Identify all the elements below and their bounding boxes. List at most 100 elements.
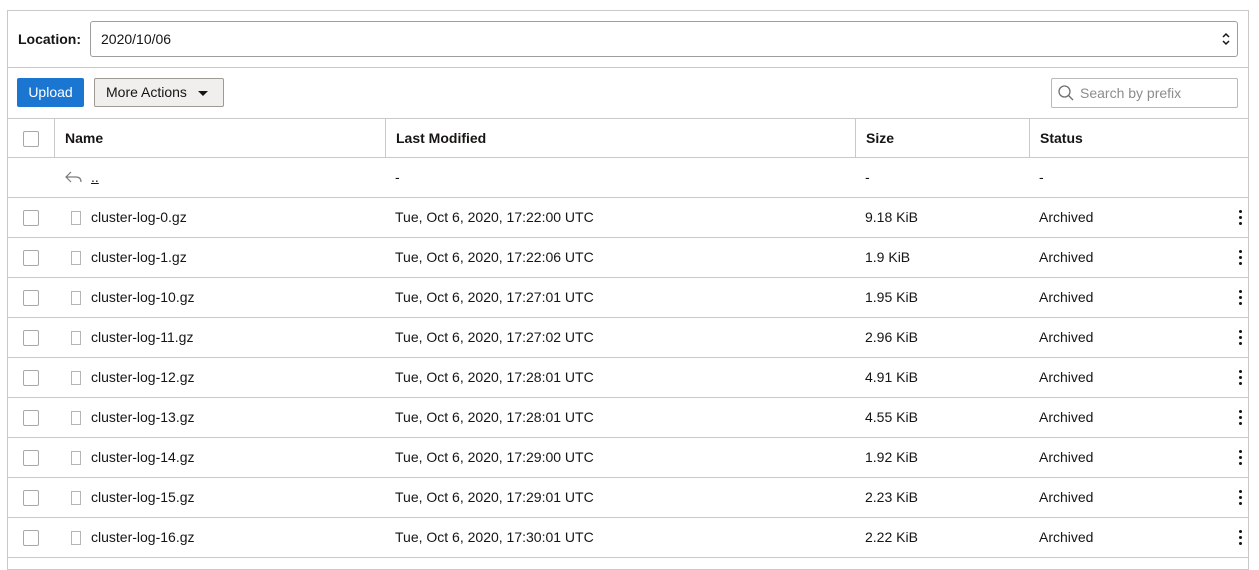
location-row: Location: 2020/10/06 [8, 11, 1248, 68]
status: Archived [1039, 489, 1094, 505]
upload-button[interactable]: Upload [17, 78, 84, 107]
kebab-menu-icon[interactable] [1239, 250, 1243, 266]
file-size: 9.18 KiB [865, 209, 918, 225]
parent-directory-row: .. - - - [8, 158, 1248, 198]
row-checkbox[interactable] [23, 210, 39, 226]
file-name[interactable]: cluster-log-14.gz [91, 438, 195, 477]
file-icon [71, 291, 81, 305]
file-name[interactable]: cluster-log-11.gz [91, 318, 193, 357]
file-name[interactable]: cluster-log-15.gz [91, 478, 195, 517]
file-icon [71, 411, 81, 425]
row-checkbox[interactable] [23, 450, 39, 466]
status: Archived [1039, 409, 1094, 425]
file-icon [71, 451, 81, 465]
objects-table: Name Last Modified Size Status .. - - - … [8, 118, 1248, 558]
row-checkbox[interactable] [23, 490, 39, 506]
parent-last-modified: - [395, 169, 400, 185]
column-header-status[interactable]: Status [1029, 119, 1248, 158]
last-modified: Tue, Oct 6, 2020, 17:27:01 UTC [395, 289, 594, 305]
search-icon [1058, 85, 1074, 101]
parent-status: - [1039, 169, 1044, 185]
table-row[interactable]: cluster-log-1.gz Tue, Oct 6, 2020, 17:22:… [8, 238, 1248, 278]
status: Archived [1039, 329, 1094, 345]
kebab-menu-icon[interactable] [1239, 330, 1243, 346]
last-modified: Tue, Oct 6, 2020, 17:29:01 UTC [395, 489, 594, 505]
status: Archived [1039, 449, 1094, 465]
toolbar: Upload More Actions [8, 68, 1248, 118]
caret-down-icon [198, 91, 208, 96]
search-input[interactable] [1080, 79, 1230, 107]
status: Archived [1039, 369, 1094, 385]
table-row[interactable]: cluster-log-13.gz Tue, Oct 6, 2020, 17:28… [8, 398, 1248, 438]
table-row[interactable]: cluster-log-0.gz Tue, Oct 6, 2020, 17:22:… [8, 198, 1248, 238]
last-modified: Tue, Oct 6, 2020, 17:22:06 UTC [395, 249, 594, 265]
file-name[interactable]: cluster-log-10.gz [91, 278, 195, 317]
back-arrow-icon [65, 171, 82, 183]
kebab-menu-icon[interactable] [1239, 290, 1243, 306]
file-name[interactable]: cluster-log-1.gz [91, 238, 187, 277]
select-arrows-icon [1222, 32, 1230, 46]
file-name[interactable]: cluster-log-16.gz [91, 518, 195, 557]
status: Archived [1039, 249, 1094, 265]
kebab-menu-icon[interactable] [1239, 450, 1243, 466]
file-icon [71, 531, 81, 545]
last-modified: Tue, Oct 6, 2020, 17:28:01 UTC [395, 409, 594, 425]
kebab-menu-icon[interactable] [1239, 410, 1243, 426]
file-name[interactable]: cluster-log-13.gz [91, 398, 195, 437]
location-value: 2020/10/06 [101, 31, 172, 47]
column-header-size[interactable]: Size [855, 119, 1029, 158]
file-size: 1.92 KiB [865, 449, 918, 465]
kebab-menu-icon[interactable] [1239, 530, 1243, 546]
more-actions-button[interactable]: More Actions [94, 78, 224, 107]
location-label: Location: [18, 31, 81, 47]
file-name[interactable]: cluster-log-0.gz [91, 198, 187, 237]
last-modified: Tue, Oct 6, 2020, 17:28:01 UTC [395, 369, 594, 385]
row-checkbox[interactable] [23, 290, 39, 306]
column-header-last-modified[interactable]: Last Modified [385, 119, 855, 158]
kebab-menu-icon[interactable] [1239, 370, 1243, 386]
file-size: 4.91 KiB [865, 369, 918, 385]
file-size: 1.9 KiB [865, 249, 911, 265]
column-header-name[interactable]: Name [54, 119, 385, 158]
object-browser-panel: Location: 2020/10/06 Upload More Actions [7, 10, 1249, 570]
table-body: cluster-log-0.gz Tue, Oct 6, 2020, 17:22:… [8, 198, 1248, 558]
file-size: 2.22 KiB [865, 529, 918, 545]
row-checkbox[interactable] [23, 530, 39, 546]
table-header: Name Last Modified Size Status [8, 118, 1248, 158]
row-checkbox[interactable] [23, 250, 39, 266]
file-icon [71, 491, 81, 505]
select-all-checkbox[interactable] [23, 131, 39, 147]
file-size: 2.96 KiB [865, 329, 918, 345]
status: Archived [1039, 209, 1094, 225]
table-row[interactable]: cluster-log-11.gz Tue, Oct 6, 2020, 17:27… [8, 318, 1248, 358]
row-checkbox[interactable] [23, 370, 39, 386]
table-row[interactable]: cluster-log-12.gz Tue, Oct 6, 2020, 17:28… [8, 358, 1248, 398]
last-modified: Tue, Oct 6, 2020, 17:30:01 UTC [395, 529, 594, 545]
last-modified: Tue, Oct 6, 2020, 17:27:02 UTC [395, 329, 594, 345]
file-size: 4.55 KiB [865, 409, 918, 425]
file-name[interactable]: cluster-log-12.gz [91, 358, 195, 397]
table-row[interactable]: cluster-log-16.gz Tue, Oct 6, 2020, 17:30… [8, 518, 1248, 558]
file-icon [71, 251, 81, 265]
search-box[interactable] [1051, 78, 1238, 108]
last-modified: Tue, Oct 6, 2020, 17:29:00 UTC [395, 449, 594, 465]
table-row[interactable]: cluster-log-10.gz Tue, Oct 6, 2020, 17:27… [8, 278, 1248, 318]
status: Archived [1039, 289, 1094, 305]
table-row[interactable]: cluster-log-14.gz Tue, Oct 6, 2020, 17:29… [8, 438, 1248, 478]
parent-size: - [865, 169, 870, 185]
file-size: 2.23 KiB [865, 489, 918, 505]
file-icon [71, 371, 81, 385]
select-all-cell [8, 119, 54, 158]
table-row[interactable]: cluster-log-15.gz Tue, Oct 6, 2020, 17:29… [8, 478, 1248, 518]
row-checkbox[interactable] [23, 410, 39, 426]
row-checkbox[interactable] [23, 330, 39, 346]
more-actions-label: More Actions [106, 84, 187, 100]
kebab-menu-icon[interactable] [1239, 210, 1243, 226]
parent-directory-link[interactable]: .. [91, 158, 99, 197]
file-icon [71, 211, 81, 225]
kebab-menu-icon[interactable] [1239, 490, 1243, 506]
file-icon [71, 331, 81, 345]
location-select[interactable]: 2020/10/06 [90, 21, 1238, 57]
status: Archived [1039, 529, 1094, 545]
file-size: 1.95 KiB [865, 289, 918, 305]
